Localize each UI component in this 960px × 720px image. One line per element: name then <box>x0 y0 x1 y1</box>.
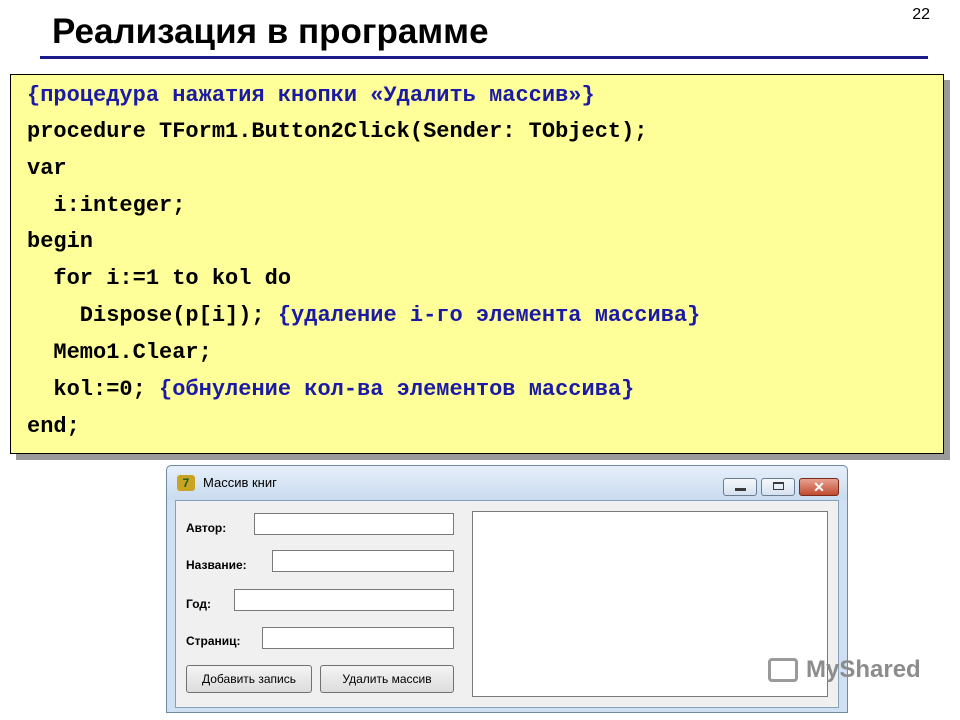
code-listing: {процедура нажатия кнопки «Удалить масси… <box>10 74 944 454</box>
maximize-button[interactable] <box>761 478 795 496</box>
code-line-6: for i:=1 to kol do <box>27 266 292 291</box>
minimize-icon <box>735 488 746 491</box>
minimize-button[interactable] <box>723 478 757 496</box>
name-input[interactable] <box>272 550 454 572</box>
code-line-5: begin <box>27 229 94 254</box>
add-record-button[interactable]: Добавить запись <box>186 665 312 693</box>
myshared-logo-icon <box>768 658 798 682</box>
code-line-1: {процедура нажатия кнопки «Удалить масси… <box>27 83 595 108</box>
close-button[interactable]: ✕ <box>799 478 839 496</box>
author-input[interactable] <box>254 513 454 535</box>
code-line-2: procedure TForm1.Button2Click(Sender: TO… <box>27 119 648 144</box>
close-icon: ✕ <box>813 479 825 495</box>
delete-array-button[interactable]: Удалить массив <box>320 665 454 693</box>
slide-title: Реализация в программе <box>52 12 489 51</box>
maximize-icon <box>773 482 784 490</box>
code-line-9-comment: {обнуление кол-ва элементов массива} <box>159 377 635 402</box>
delphi-app-icon: 7 <box>177 475 195 491</box>
watermark-text: MyShared <box>806 656 921 683</box>
code-line-8: Memo1.Clear; <box>27 340 212 365</box>
window-titlebar[interactable]: 7 Массив книг ✕ <box>167 466 847 500</box>
name-label: Название: <box>186 558 247 572</box>
slide-number: 22 <box>912 6 930 23</box>
code-line-9: kol:=0; {обнуление кол-ва элементов масс… <box>27 375 634 405</box>
code-line-10: end; <box>27 414 80 439</box>
code-line-4: i:integer; <box>27 193 186 218</box>
year-label: Год: <box>186 597 211 611</box>
code-line-9-code: kol:=0; <box>27 377 160 402</box>
code-line-7-code: Dispose(p[i]); <box>27 303 278 328</box>
window-client-area: Автор: Название: Год: Страниц: Добавить … <box>175 500 839 708</box>
code-line-7-comment: {удаление i-го элемента массива} <box>277 303 701 328</box>
year-input[interactable] <box>234 589 454 611</box>
title-underline <box>40 56 928 59</box>
pages-label: Страниц: <box>186 634 241 648</box>
pages-input[interactable] <box>262 627 454 649</box>
code-line-7: Dispose(p[i]); {удаление i-го элемента м… <box>27 301 701 331</box>
code-line-3: var <box>27 156 67 181</box>
window-title: Массив книг <box>203 475 277 490</box>
author-label: Автор: <box>186 521 227 535</box>
app-window: 7 Массив книг ✕ Автор: Название: Год: Ст… <box>166 465 848 713</box>
